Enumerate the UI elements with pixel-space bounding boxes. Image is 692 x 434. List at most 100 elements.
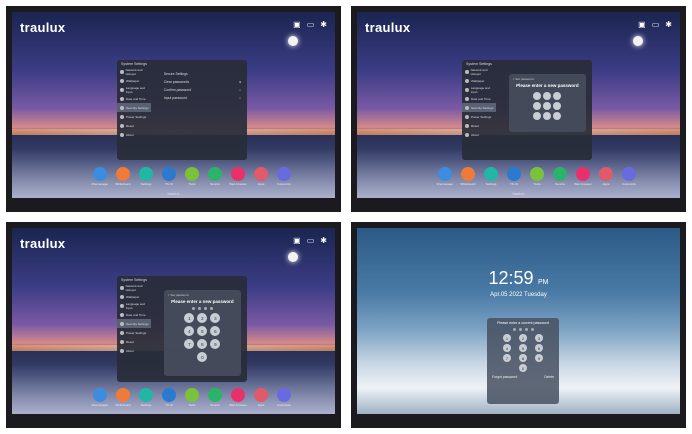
toggle-icon[interactable]: ● (239, 80, 241, 84)
key-2[interactable]: 2 (519, 334, 527, 342)
sidebar-item-wallpaper[interactable]: Wallpaper (117, 292, 151, 301)
sidebar-item-network[interactable]: Network and Hotspot (117, 283, 151, 292)
dock-app[interactable]: Tools (184, 388, 200, 407)
key-button[interactable] (543, 102, 552, 110)
sidebar-item-language[interactable]: Language and Input (117, 301, 151, 310)
forgot-password-link[interactable]: Forgot password (492, 375, 517, 379)
dock-app[interactable]: Web browser (229, 388, 247, 407)
key-button[interactable] (533, 102, 542, 110)
sidebar-item-wallpaper[interactable]: Wallpaper (117, 76, 151, 85)
sidebar-item-network[interactable]: Network and Hotspot (462, 67, 496, 76)
key-8[interactable]: 8 (519, 354, 527, 362)
key-button[interactable] (543, 92, 552, 100)
option-clear[interactable]: Clear passwords ● (164, 80, 241, 84)
dock-app[interactable]: Customize (276, 388, 292, 407)
sidebar-item-date[interactable]: Date and Time (117, 94, 151, 103)
sidebar-item-about[interactable]: About (117, 130, 151, 139)
dock-app[interactable]: Source (207, 167, 223, 186)
key-9[interactable]: 9 (210, 339, 221, 349)
dock-app[interactable]: Source (552, 167, 568, 186)
key-8[interactable]: 8 (197, 339, 208, 349)
monitor-icon[interactable]: ▭ (307, 20, 315, 29)
key-6[interactable]: 6 (210, 326, 221, 336)
delete-button[interactable]: Delete (544, 375, 554, 379)
sidebar-item-network[interactable]: Network and Hotspot (117, 67, 151, 76)
floating-menu-button[interactable] (288, 36, 298, 46)
key-button[interactable] (533, 112, 542, 120)
dock-app[interactable]: Apps (253, 167, 269, 186)
sidebar-item-security[interactable]: Security Settings (462, 103, 496, 112)
dock-app[interactable]: Whiteboard (115, 167, 131, 186)
dock-app[interactable]: Filemanager (92, 167, 108, 186)
key-button[interactable] (533, 92, 542, 100)
dock-app[interactable]: Source (207, 388, 223, 407)
sidebar-item-reset[interactable]: Reset (117, 121, 151, 130)
sidebar-item-reset[interactable]: Reset (462, 121, 496, 130)
bluetooth-icon[interactable]: ✱ (665, 20, 672, 29)
key-7[interactable]: 7 (503, 354, 511, 362)
dock-app[interactable]: Filemanager (437, 167, 453, 186)
key-0[interactable]: 0 (519, 364, 527, 372)
key-0[interactable]: 0 (197, 352, 208, 362)
back-button[interactable]: < Set password (513, 77, 534, 81)
cast-icon[interactable]: ▣ (293, 20, 301, 29)
dock-app[interactable]: Web browser (229, 167, 247, 186)
dock-app[interactable]: Apps (253, 388, 269, 407)
key-5[interactable]: 5 (197, 326, 208, 336)
key-button[interactable] (553, 102, 562, 110)
key-3[interactable]: 3 (535, 334, 543, 342)
back-button[interactable]: < Set password (168, 293, 189, 297)
sidebar-item-about[interactable]: About (462, 130, 496, 139)
bluetooth-icon[interactable]: ✱ (320, 20, 327, 29)
sidebar-item-power[interactable]: Power Settings (462, 112, 496, 121)
sidebar-item-wallpaper[interactable]: Wallpaper (462, 76, 496, 85)
key-2[interactable]: 2 (197, 313, 208, 323)
dock-app[interactable]: Settings (138, 388, 154, 407)
cast-icon[interactable]: ▣ (638, 20, 646, 29)
cast-icon[interactable]: ▣ (293, 236, 301, 245)
sidebar-item-power[interactable]: Power Settings (117, 328, 151, 337)
key-3[interactable]: 3 (210, 313, 221, 323)
dock-app[interactable]: Apps (598, 167, 614, 186)
sidebar-item-date[interactable]: Date and Time (462, 94, 496, 103)
dock-app[interactable]: Tfx UI (506, 167, 522, 186)
sidebar-item-reset[interactable]: Reset (117, 337, 151, 346)
key-button[interactable] (553, 92, 562, 100)
sidebar-item-security[interactable]: Security Settings (117, 103, 151, 112)
sidebar-item-security[interactable]: Security Settings (117, 319, 151, 328)
sidebar-item-language[interactable]: Language and Input (462, 85, 496, 94)
dock-app[interactable]: Tools (529, 167, 545, 186)
option-input[interactable]: Input password ○ (164, 96, 241, 100)
option-confirm[interactable]: Confirm password ○ (164, 88, 241, 92)
key-button[interactable] (543, 112, 552, 120)
monitor-icon[interactable]: ▭ (307, 236, 315, 245)
dock-app[interactable]: Tfx UI (161, 388, 177, 407)
key-4[interactable]: 4 (184, 326, 195, 336)
dock-app[interactable]: Customize (621, 167, 637, 186)
floating-menu-button[interactable] (633, 36, 643, 46)
monitor-icon[interactable]: ▭ (652, 20, 660, 29)
sidebar-item-about[interactable]: About (117, 346, 151, 355)
floating-menu-button[interactable] (288, 252, 298, 262)
dock-app[interactable]: Settings (138, 167, 154, 186)
key-button[interactable] (553, 112, 562, 120)
key-7[interactable]: 7 (184, 339, 195, 349)
sidebar-item-date[interactable]: Date and Time (117, 310, 151, 319)
sidebar-item-power[interactable]: Power Settings (117, 112, 151, 121)
sidebar-item-language[interactable]: Language and Input (117, 85, 151, 94)
key-9[interactable]: 9 (535, 354, 543, 362)
dock-app[interactable]: Tools (184, 167, 200, 186)
dock-app[interactable]: Web browser (574, 167, 592, 186)
bluetooth-icon[interactable]: ✱ (320, 236, 327, 245)
radio-icon[interactable]: ○ (239, 96, 241, 100)
dock-app[interactable]: Settings (483, 167, 499, 186)
dock-app[interactable]: Filemanager (92, 388, 108, 407)
key-5[interactable]: 5 (519, 344, 527, 352)
radio-icon[interactable]: ○ (239, 88, 241, 92)
key-1[interactable]: 1 (503, 334, 511, 342)
key-6[interactable]: 6 (535, 344, 543, 352)
dock-app[interactable]: Whiteboard (115, 388, 131, 407)
dock-app[interactable]: Tfx UI (161, 167, 177, 186)
key-1[interactable]: 1 (184, 313, 195, 323)
key-4[interactable]: 4 (503, 344, 511, 352)
